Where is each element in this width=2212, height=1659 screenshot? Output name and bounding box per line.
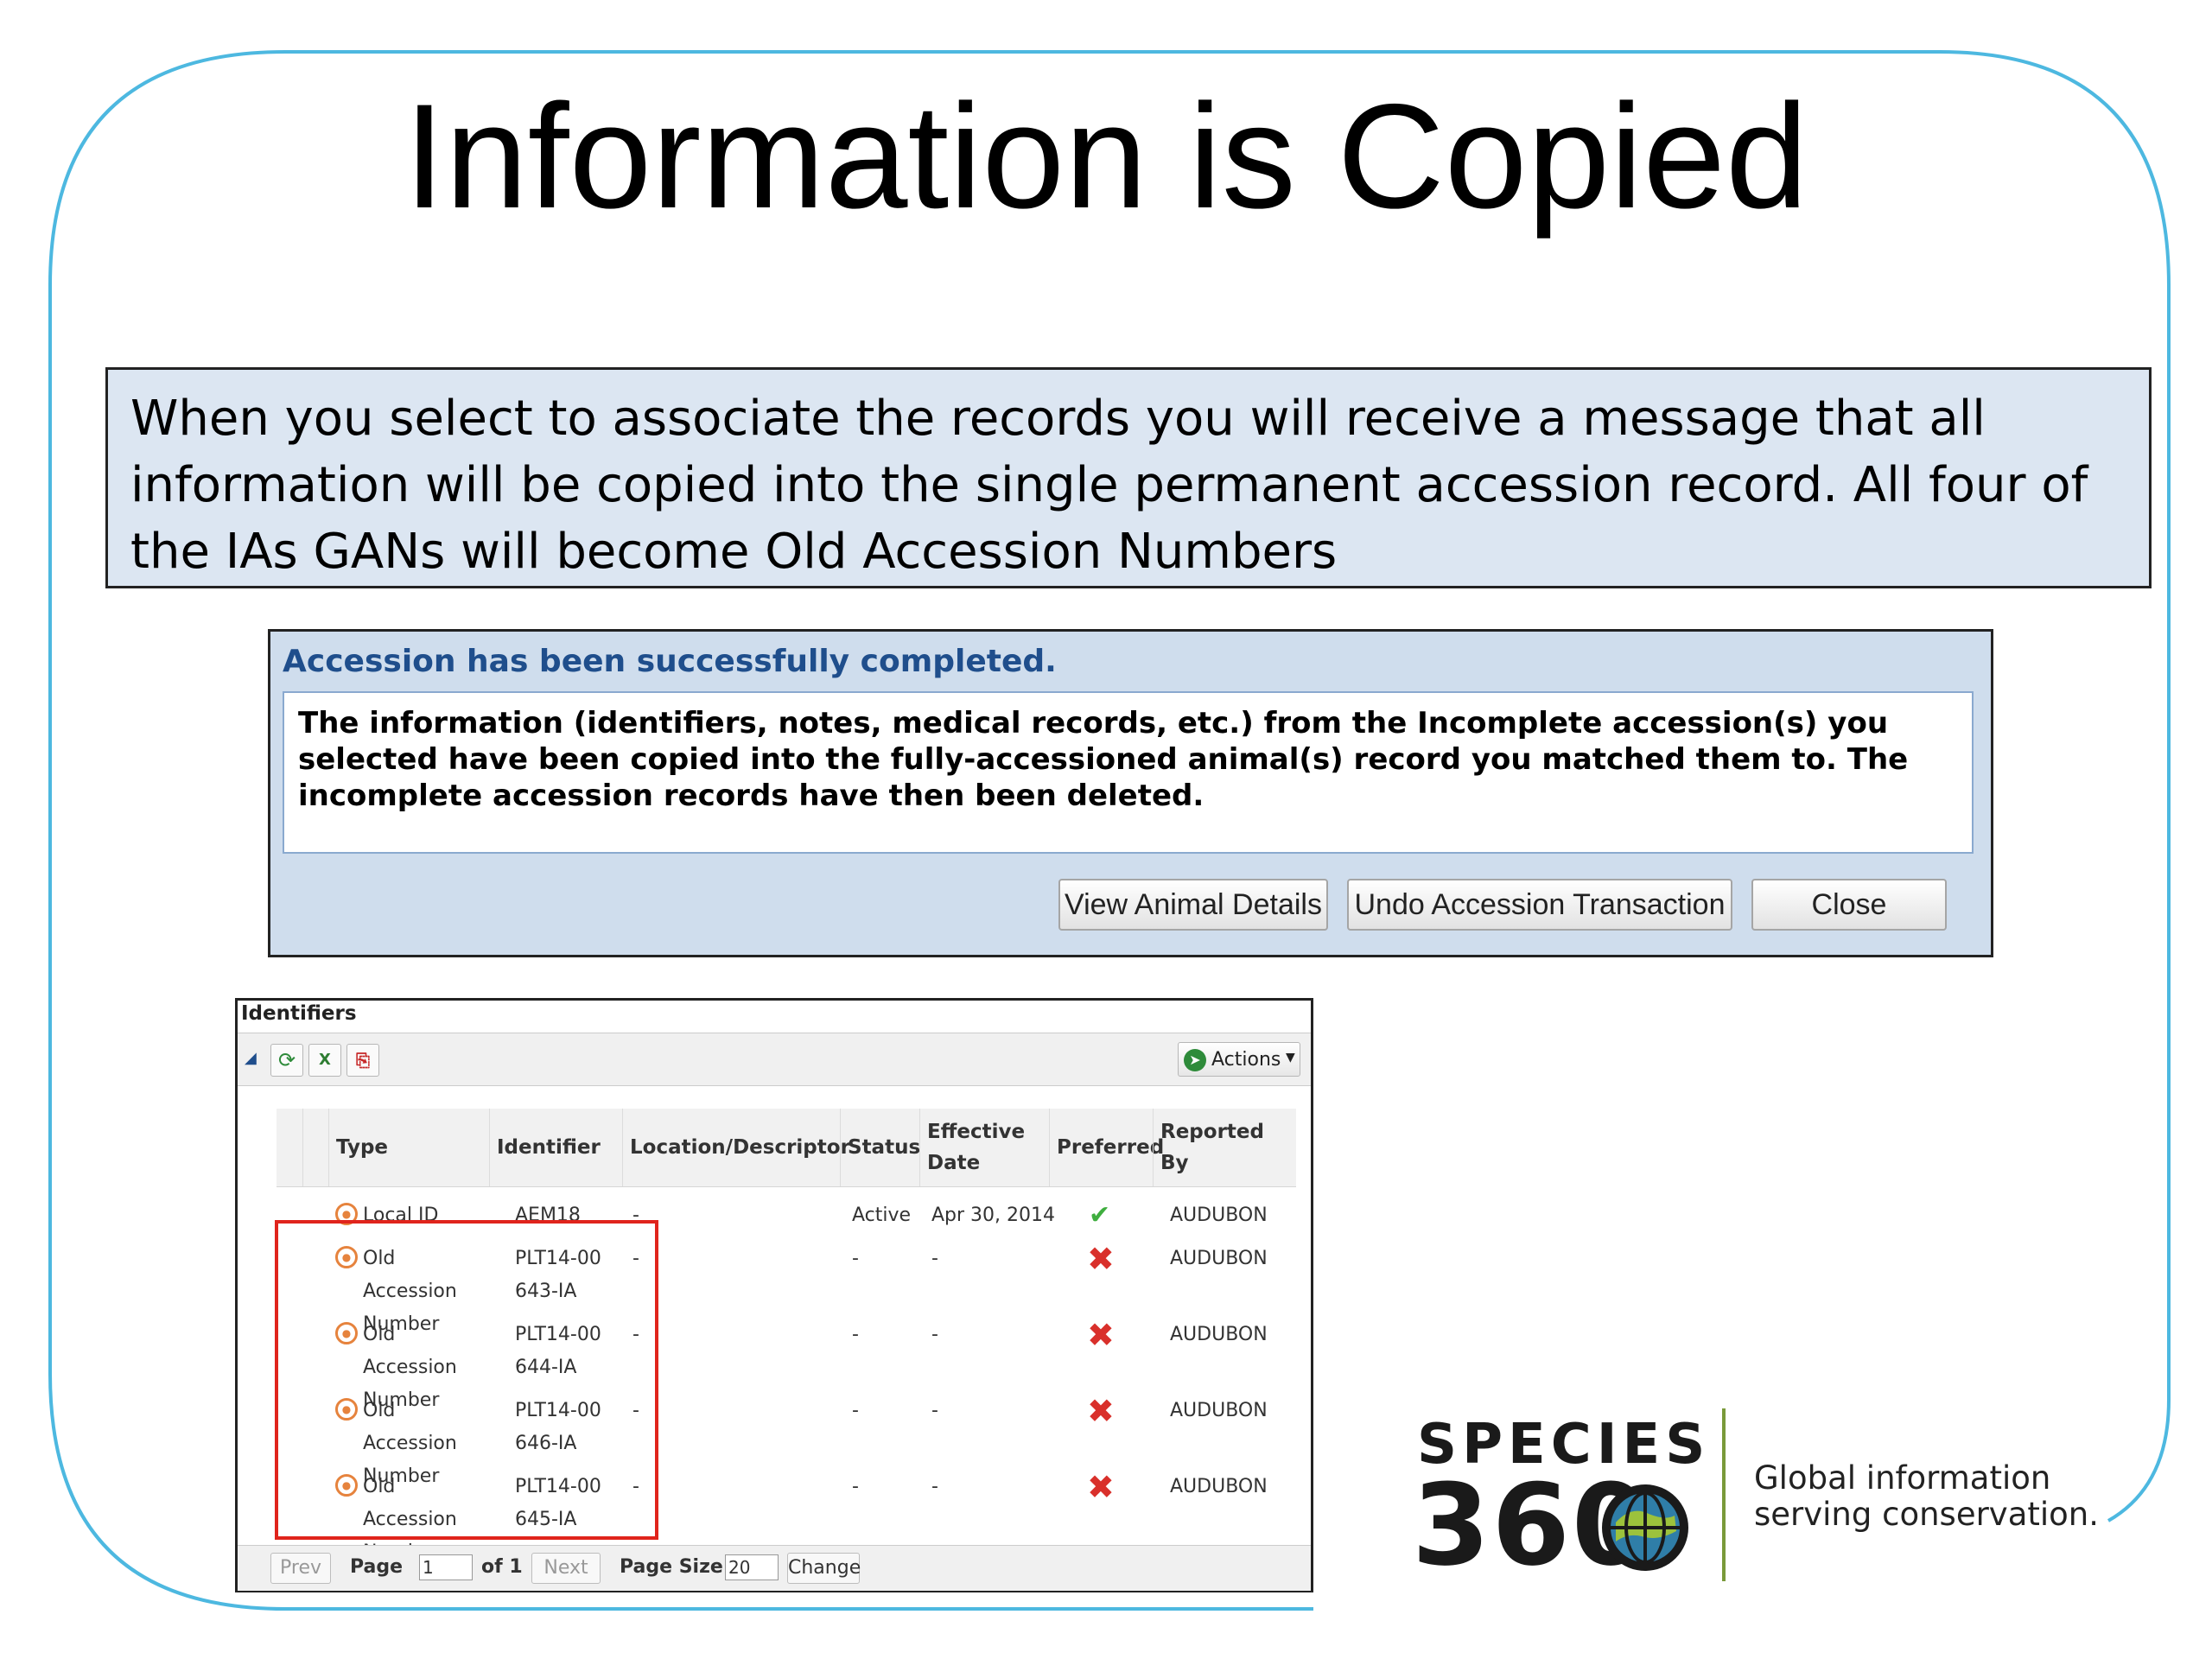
cell-reported-by: AUDUBON bbox=[1170, 1248, 1268, 1269]
tagline-line-1: Global information bbox=[1754, 1459, 2051, 1497]
slide-title: Information is Copied bbox=[404, 73, 1808, 239]
description-callout: When you select to associate the records… bbox=[105, 367, 2152, 588]
accession-complete-dialog: Accession has been successfully complete… bbox=[268, 629, 1993, 957]
cell-status: - bbox=[852, 1248, 859, 1269]
dialog-message: The information (identifiers, notes, med… bbox=[283, 691, 1974, 854]
chevron-down-icon: ▼ bbox=[1286, 1051, 1295, 1065]
change-page-size-button[interactable]: Change bbox=[787, 1553, 861, 1584]
pdf-export-icon[interactable]: ⎘ bbox=[346, 1044, 379, 1077]
header-status[interactable]: Status bbox=[840, 1109, 920, 1186]
not-preferred-x-icon: ✖ bbox=[1087, 1240, 1115, 1278]
close-button[interactable]: Close bbox=[1751, 879, 1947, 931]
logo-divider bbox=[1722, 1408, 1726, 1581]
go-arrow-icon: ➤ bbox=[1184, 1049, 1206, 1071]
header-effective-date[interactable]: Effective Date bbox=[919, 1109, 1049, 1186]
preferred-check-icon: ✔ bbox=[1089, 1200, 1111, 1230]
view-animal-details-button[interactable]: View Animal Details bbox=[1058, 879, 1328, 931]
panel-title: Identifiers bbox=[241, 1002, 357, 1025]
next-page-button[interactable]: Next bbox=[531, 1553, 601, 1584]
excel-export-icon[interactable]: X bbox=[308, 1044, 341, 1077]
grid-header: Type Identifier Location/Descriptor Stat… bbox=[276, 1109, 1296, 1187]
cell-status: - bbox=[852, 1476, 859, 1497]
actions-button[interactable]: ➤ Actions ▼ bbox=[1178, 1042, 1300, 1077]
cell-reported-by: AUDUBON bbox=[1170, 1400, 1268, 1421]
cell-date: - bbox=[931, 1324, 938, 1345]
prev-page-button[interactable]: Prev bbox=[270, 1553, 331, 1584]
grid-pager: Prev Page 1 of 1 Next Page Size 20 Chang… bbox=[238, 1545, 1311, 1591]
collapse-triangle-icon[interactable]: ◢ bbox=[245, 1049, 257, 1067]
cell-status: Active bbox=[852, 1205, 912, 1226]
header-preferred[interactable]: Preferred bbox=[1049, 1109, 1164, 1186]
cell-date: - bbox=[931, 1248, 938, 1269]
globe-icon bbox=[1602, 1484, 1688, 1571]
not-preferred-x-icon: ✖ bbox=[1087, 1468, 1115, 1506]
header-reported-by[interactable]: Reported By bbox=[1153, 1109, 1296, 1186]
page-count-label: of 1 bbox=[481, 1556, 523, 1578]
header-spacer bbox=[276, 1109, 302, 1186]
actions-label: Actions bbox=[1211, 1049, 1281, 1071]
page-size-input[interactable]: 20 bbox=[725, 1554, 779, 1580]
cell-reported-by: AUDUBON bbox=[1170, 1476, 1268, 1497]
cell-date: - bbox=[931, 1476, 938, 1497]
header-icon-col bbox=[302, 1109, 328, 1186]
grid-toolbar: ◢ ⟳ X ⎘ ➤ Actions ▼ bbox=[238, 1033, 1311, 1086]
dialog-title: Accession has been successfully complete… bbox=[283, 644, 1057, 679]
header-identifier[interactable]: Identifier bbox=[489, 1109, 622, 1186]
page-label: Page bbox=[350, 1556, 404, 1578]
page-size-label: Page Size bbox=[620, 1556, 723, 1578]
logo-tagline: Global information serving conservation. bbox=[1754, 1460, 2099, 1533]
cell-status: - bbox=[852, 1324, 859, 1345]
cell-reported-by: AUDUBON bbox=[1170, 1205, 1268, 1226]
header-type[interactable]: Type bbox=[328, 1109, 489, 1186]
refresh-icon[interactable]: ⟳ bbox=[270, 1044, 303, 1077]
header-location[interactable]: Location/Descriptor bbox=[622, 1109, 850, 1186]
cell-reported-by: AUDUBON bbox=[1170, 1324, 1268, 1345]
not-preferred-x-icon: ✖ bbox=[1087, 1392, 1115, 1430]
cell-date: - bbox=[931, 1400, 938, 1421]
page-number-input[interactable]: 1 bbox=[419, 1554, 473, 1580]
undo-accession-button[interactable]: Undo Accession Transaction bbox=[1347, 879, 1732, 931]
cell-status: - bbox=[852, 1400, 859, 1421]
not-preferred-x-icon: ✖ bbox=[1087, 1316, 1115, 1354]
tagline-line-2: serving conservation. bbox=[1754, 1496, 2100, 1533]
cell-date: Apr 30, 2014 bbox=[931, 1205, 1056, 1226]
highlight-box bbox=[275, 1220, 658, 1540]
